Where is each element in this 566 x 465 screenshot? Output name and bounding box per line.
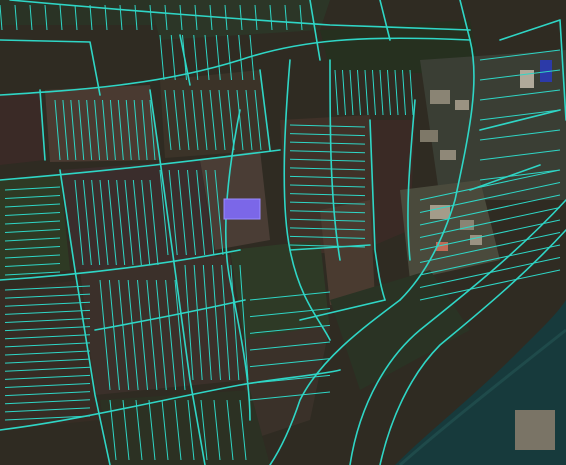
map-viewport[interactable]: [0, 0, 566, 465]
cadastral-map[interactable]: [0, 0, 566, 465]
selected-parcel[interactable]: [223, 198, 261, 220]
